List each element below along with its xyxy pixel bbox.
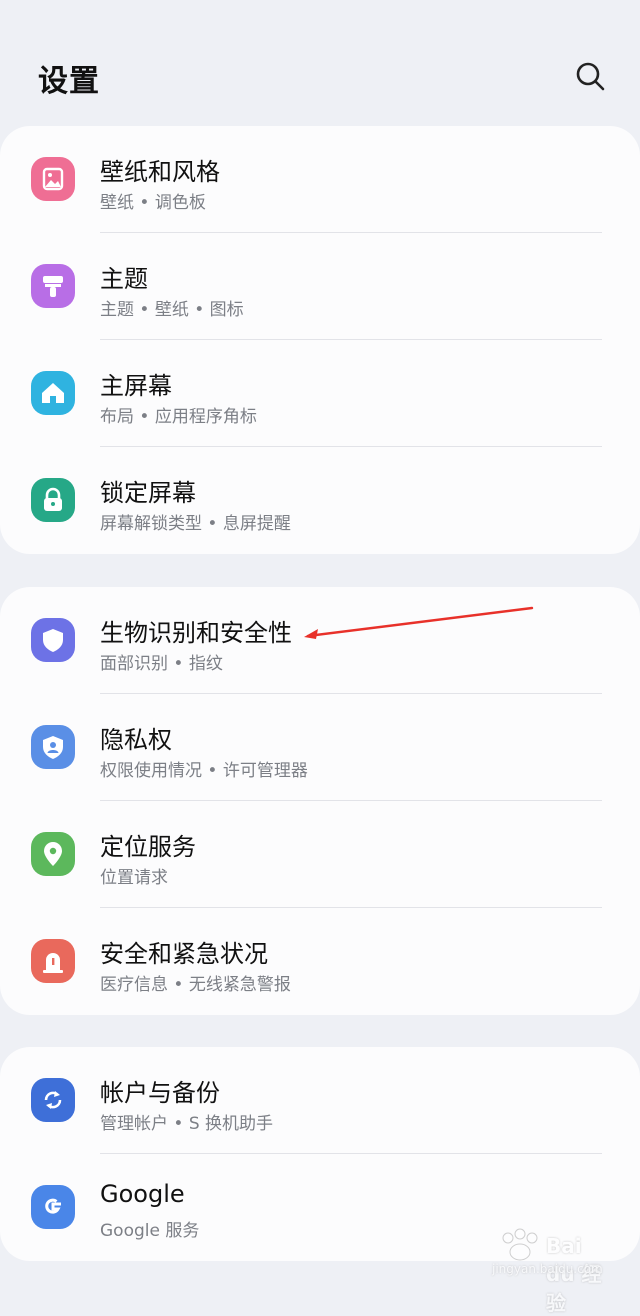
theme-brush-icon xyxy=(31,264,75,308)
settings-item-title: 定位服务 xyxy=(100,833,196,861)
settings-group-security: 生物识别和安全性 面部识别 • 指纹 隐私权 权限使用情况 • 许可管理器 定位… xyxy=(0,587,640,1015)
settings-item-title: 帐户与备份 xyxy=(100,1079,220,1107)
settings-item-subtitle: 权限使用情况 • 许可管理器 xyxy=(100,761,308,781)
settings-item-subtitle: 位置请求 xyxy=(100,868,168,888)
google-icon xyxy=(31,1185,75,1229)
paw-logo-icon xyxy=(502,1228,538,1261)
shield-icon xyxy=(31,618,75,662)
settings-item-title: 壁纸和风格 xyxy=(100,158,220,186)
search-button[interactable] xyxy=(570,56,610,96)
settings-item-subtitle: 主题 • 壁纸 • 图标 xyxy=(100,300,244,320)
settings-item-accounts-backup[interactable]: 帐户与备份 管理帐户 • S 换机助手 xyxy=(0,1047,640,1154)
settings-item-title: Google xyxy=(100,1180,185,1208)
settings-item-title: 主屏幕 xyxy=(100,372,172,400)
settings-item-title: 隐私权 xyxy=(100,726,172,754)
page-title: 设置 xyxy=(38,64,100,99)
annotation-arrow xyxy=(304,606,534,639)
settings-item-subtitle: 屏幕解锁类型 • 息屏提醒 xyxy=(100,514,291,534)
wallpaper-icon xyxy=(31,157,75,201)
privacy-shield-icon xyxy=(31,725,75,769)
settings-item-subtitle: 壁纸 • 调色板 xyxy=(100,193,206,213)
settings-item-title: 主题 xyxy=(100,265,148,293)
settings-item-home-screen[interactable]: 主屏幕 布局 • 应用程序角标 xyxy=(0,340,640,447)
settings-item-subtitle: 管理帐户 • S 换机助手 xyxy=(100,1114,274,1134)
watermark: Bai du 经验 jingyan.baidu.com xyxy=(492,1226,612,1315)
settings-item-subtitle: 面部识别 • 指纹 xyxy=(100,654,223,674)
home-icon xyxy=(31,371,75,415)
search-icon xyxy=(576,62,605,91)
settings-item-location[interactable]: 定位服务 位置请求 xyxy=(0,801,640,908)
header: 设置 xyxy=(0,0,640,120)
settings-group-display: 壁纸和风格 壁纸 • 调色板 主题 主题 • 壁纸 • 图标 主屏幕 布局 • … xyxy=(0,126,640,554)
lock-icon xyxy=(31,478,75,522)
watermark-url: jingyan.baidu.com xyxy=(492,1262,603,1276)
settings-item-title: 生物识别和安全性 xyxy=(100,619,292,647)
settings-item-lock-screen[interactable]: 锁定屏幕 屏幕解锁类型 • 息屏提醒 xyxy=(0,447,640,554)
settings-item-subtitle: 医疗信息 • 无线紧急警报 xyxy=(100,975,291,995)
location-pin-icon xyxy=(31,832,75,876)
settings-item-themes[interactable]: 主题 主题 • 壁纸 • 图标 xyxy=(0,233,640,340)
emergency-icon xyxy=(31,939,75,983)
settings-item-title: 锁定屏幕 xyxy=(100,479,196,507)
sync-icon xyxy=(31,1078,75,1122)
settings-item-subtitle: Google 服务 xyxy=(100,1221,200,1241)
settings-item-title: 安全和紧急状况 xyxy=(100,940,268,968)
settings-item-privacy[interactable]: 隐私权 权限使用情况 • 许可管理器 xyxy=(0,694,640,801)
settings-item-wallpaper[interactable]: 壁纸和风格 壁纸 • 调色板 xyxy=(0,126,640,233)
settings-item-subtitle: 布局 • 应用程序角标 xyxy=(100,407,257,427)
settings-item-safety-emergency[interactable]: 安全和紧急状况 医疗信息 • 无线紧急警报 xyxy=(0,908,640,1015)
